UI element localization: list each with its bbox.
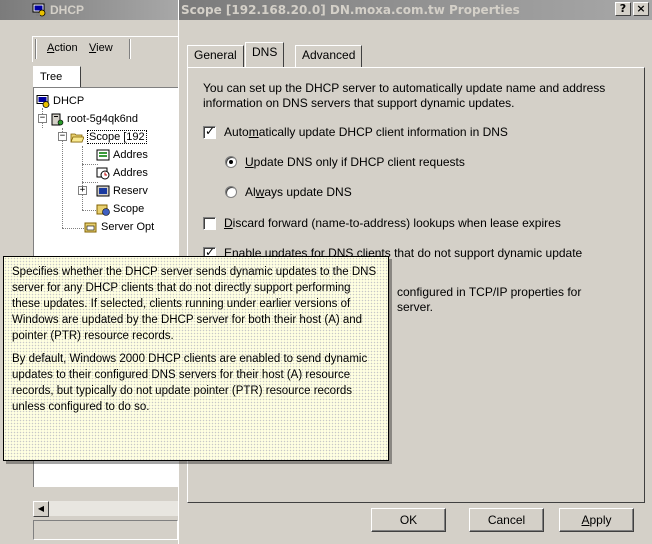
tooltip-paragraph-1: Specifies whether the DHCP server sends … <box>12 266 377 342</box>
tree-line <box>62 228 86 229</box>
mmc-title: DHCP <box>50 3 85 17</box>
partial-text-line1: configured in TCP/IP properties for <box>397 285 582 299</box>
tab-tree[interactable]: Tree <box>33 66 81 88</box>
horizontal-scrollbar[interactable]: ◀ <box>33 500 178 517</box>
checkmark-icon: ✓ <box>205 124 216 138</box>
tree-label: DHCP <box>53 95 85 107</box>
close-button[interactable]: × <box>633 2 649 16</box>
radio-always-update[interactable] <box>225 186 237 198</box>
options-icon <box>96 204 110 216</box>
reservations-icon <box>96 185 110 197</box>
tree-item-address-pool[interactable]: Addres <box>96 146 148 164</box>
tree-item-reservations[interactable]: Reserv <box>96 182 148 200</box>
tree-item-scope[interactable]: Scope [192 <box>70 128 147 146</box>
menu-action-rest: ction <box>54 42 78 54</box>
label-accel: m <box>248 125 259 139</box>
address-leases-icon <box>96 167 110 180</box>
tree-item-server[interactable]: root-5g4qk6nd <box>50 110 138 128</box>
tree-label: Scope <box>113 203 145 215</box>
menu-grip <box>35 39 37 59</box>
label-accel: U <box>245 155 254 169</box>
label-part: pdate DNS only if DHCP client requests <box>253 155 465 169</box>
tree-item-address-leases[interactable]: Addres <box>96 164 148 182</box>
folder-open-icon <box>70 133 84 142</box>
tree-line <box>82 146 83 210</box>
tree-line <box>62 128 63 228</box>
discard-lookups-checkbox[interactable] <box>203 217 216 230</box>
radio-always-update-label[interactable]: Always update DNS <box>245 185 352 200</box>
tree-label: Reserv <box>113 185 148 197</box>
tab-general[interactable]: General <box>187 45 244 67</box>
label-part: Auto <box>224 125 249 139</box>
menu-separator <box>129 39 131 59</box>
tree-item-scope-options[interactable]: Scope <box>96 200 144 218</box>
label-part: Al <box>245 185 256 199</box>
address-pool-icon <box>96 149 110 161</box>
collapse-icon[interactable]: − <box>58 132 67 141</box>
expand-icon[interactable]: + <box>78 186 87 195</box>
collapse-icon[interactable]: − <box>38 114 47 123</box>
dns-intro-text: You can set up the DHCP server to automa… <box>203 81 606 110</box>
server-icon <box>51 113 64 126</box>
tooltip-paragraph-2: By default, Windows 2000 DHCP clients ar… <box>12 353 368 413</box>
ok-button[interactable]: OK <box>371 508 446 532</box>
menu-view[interactable]: View <box>89 42 113 54</box>
discard-lookups-label[interactable]: Discard forward (name-to-address) lookup… <box>224 216 561 231</box>
label-part: iscard forward (name-to-address) lookups… <box>232 216 561 230</box>
apply-button[interactable]: Apply <box>559 508 634 532</box>
tab-dns[interactable]: DNS <box>245 42 285 67</box>
tree-label: Scope [192 <box>87 130 147 144</box>
dialog-title: Scope [192.168.20.0] DN.moxa.com.tw Prop… <box>181 3 520 17</box>
auto-update-label[interactable]: Automatically update DHCP client informa… <box>224 125 508 140</box>
label-part: pply <box>589 513 612 527</box>
menu-view-rest: iew <box>96 42 113 54</box>
tree-item-server-options[interactable]: Server Opt <box>84 218 154 236</box>
label-accel: A <box>581 513 590 527</box>
help-button[interactable]: ? <box>615 2 631 16</box>
whats-this-tooltip: Specifies whether the DHCP server sends … <box>3 256 389 461</box>
cancel-button[interactable]: Cancel <box>469 508 544 532</box>
menu-action[interactable]: Action <box>47 42 78 54</box>
label-accel: D <box>224 216 233 230</box>
partial-text-line2: server. <box>397 300 434 314</box>
tab-advanced[interactable]: Advanced <box>295 45 363 67</box>
mmc-titlebar: DHCP <box>0 0 178 20</box>
tree-label: Addres <box>113 149 148 161</box>
tree-label: Addres <box>113 167 148 179</box>
radio-update-on-request-label[interactable]: Update DNS only if DHCP client requests <box>245 155 465 170</box>
dhcp-app-icon <box>32 3 46 17</box>
radio-update-on-request[interactable] <box>225 156 237 168</box>
tree-label: root-5g4qk6nd <box>67 113 138 125</box>
scroll-left-arrow-icon[interactable]: ◀ <box>33 501 49 517</box>
radio-selected-dot <box>229 160 233 164</box>
label-part: atically update DHCP client information … <box>258 125 508 139</box>
auto-update-checkbox[interactable]: ✓ <box>203 124 216 139</box>
mmc-statusbar <box>33 520 178 540</box>
mmc-menubar: Action View <box>32 36 178 62</box>
options-icon <box>84 222 97 233</box>
dialog-titlebar: Scope [192.168.20.0] DN.moxa.com.tw Prop… <box>179 0 652 20</box>
tree-item-dhcp[interactable]: DHCP <box>36 92 84 110</box>
label-part: ays update DNS <box>264 185 352 199</box>
tree-label: Server Opt <box>101 221 155 233</box>
dhcp-icon <box>36 94 50 108</box>
